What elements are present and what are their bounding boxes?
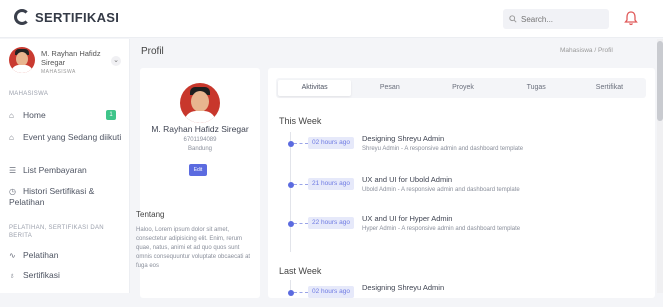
home-icon: ⌂ <box>9 111 14 120</box>
logo-icon <box>14 9 30 25</box>
timeline-time: 22 hours ago <box>308 217 354 229</box>
tab-pesan[interactable]: Pesan <box>353 78 426 98</box>
breadcrumb-separator: / <box>594 47 597 54</box>
about-text: Haloo, Lorem ipsum dolor sit amet, conse… <box>136 227 251 269</box>
home-icon: ⌂ <box>9 133 14 142</box>
timeline-item: 22 hours ago UX and UI for Hyper Admin H… <box>286 214 646 238</box>
profile-name: M. Rayhan Hafidz Siregar <box>151 124 249 134</box>
sidebar-item-label: Sertifikasi <box>23 270 60 280</box>
breadcrumb-current: Profil <box>597 47 613 54</box>
search-input[interactable] <box>521 14 601 24</box>
timeline-connector <box>294 143 308 144</box>
award-icon: ♁ <box>9 271 15 280</box>
scrollbar-thumb[interactable] <box>657 41 663 121</box>
tab-bar: Aktivitas Pesan Proyek Tugas Sertifikat <box>276 78 646 98</box>
tab-aktivitas[interactable]: Aktivitas <box>278 80 352 96</box>
timeline-title[interactable]: Designing Shreyu Admin <box>362 283 444 292</box>
profile-city: Bandung <box>187 146 213 152</box>
top-bar: SERTIFIKASI <box>0 0 663 38</box>
breadcrumb: Mahasiswa / Profil <box>560 47 613 54</box>
about-title: Tentang <box>136 210 165 219</box>
chevron-down-icon[interactable]: ⌄ <box>111 56 121 66</box>
home-badge: 1 <box>106 110 116 120</box>
edit-button[interactable]: Edit <box>189 164 207 176</box>
sidebar-item-history[interactable]: ◷ Histori Sertifikasi & Pelatihan <box>9 186 124 208</box>
section-label-main: MAHASISWA <box>9 91 49 97</box>
avatar <box>9 47 35 73</box>
timeline-item: 02 hours ago Designing Shreyu Admin <box>286 283 646 307</box>
timeline-dot <box>288 182 294 188</box>
search-box[interactable] <box>503 9 609 29</box>
sidebar-item-pelatihan[interactable]: ∿ Pelatihan <box>9 250 124 261</box>
timeline-item: 21 hours ago UX and UI for Ubold Admin U… <box>286 175 646 199</box>
page-title: Profil <box>141 46 164 57</box>
timeline-time: 21 hours ago <box>308 178 354 190</box>
sidebar: M. Rayhan Hafidz Siregar MAHASISWA ⌄ MAH… <box>0 39 130 293</box>
timeline-dot <box>288 290 294 296</box>
last-week-title: Last Week <box>279 266 322 276</box>
sidebar-item-sertifikasi[interactable]: ♁ Sertifikasi <box>9 270 124 281</box>
sidebar-item-label: Pelatihan <box>23 250 59 260</box>
timeline-item: 02 hours ago Designing Shreyu Admin Shre… <box>286 134 646 158</box>
sidebar-item-label: Home <box>23 110 46 120</box>
profile-avatar <box>180 83 220 123</box>
brand-logo[interactable]: SERTIFIKASI <box>14 9 119 25</box>
tab-sertifikat[interactable]: Sertifikat <box>573 78 646 98</box>
tab-proyek[interactable]: Proyek <box>426 78 499 98</box>
bell-icon[interactable] <box>624 10 638 26</box>
activity-icon: ∿ <box>9 251 16 260</box>
sidebar-item-label: Histori Sertifikasi & Pelatihan <box>9 186 95 207</box>
list-icon: ☰ <box>9 166 17 175</box>
timeline-connector <box>294 223 308 224</box>
sidebar-item-label: List Pembayaran <box>23 165 87 175</box>
timeline-subtitle: Hyper Admin - A responsive admin and das… <box>362 226 521 232</box>
timeline-subtitle: Ubold Admin - A responsive admin and das… <box>362 187 520 193</box>
tab-tugas[interactable]: Tugas <box>500 78 573 98</box>
user-role: MAHASISWA <box>41 69 76 75</box>
timeline-title[interactable]: UX and UI for Ubold Admin <box>362 175 452 184</box>
timeline-time: 02 hours ago <box>308 286 354 298</box>
timeline-dot <box>288 141 294 147</box>
section-label-secondary: PELATIHAN, SERTIFIKASI DAN BERITA <box>9 225 104 239</box>
timeline-time: 02 hours ago <box>308 137 354 149</box>
breadcrumb-parent[interactable]: Mahasiswa <box>560 47 593 54</box>
timeline-connector <box>294 184 308 185</box>
this-week-title: This Week <box>279 116 322 126</box>
timeline-dot <box>288 221 294 227</box>
history-icon: ◷ <box>9 187 16 196</box>
timeline-subtitle: Shreyu Admin - A responsive admin and da… <box>362 146 524 152</box>
search-icon <box>509 15 517 23</box>
sidebar-item-label: Event yang Sedang diikuti <box>23 132 122 142</box>
user-panel[interactable]: M. Rayhan Hafidz Siregar MAHASISWA ⌄ <box>9 47 127 77</box>
timeline-title[interactable]: UX and UI for Hyper Admin <box>362 214 452 223</box>
timeline-title[interactable]: Designing Shreyu Admin <box>362 134 444 143</box>
profile-id: 6701194089 <box>183 137 217 143</box>
sidebar-item-event[interactable]: ⌂ Event yang Sedang diikuti <box>9 132 124 143</box>
brand-name: SERTIFIKASI <box>35 9 120 25</box>
user-name: M. Rayhan Hafidz Siregar <box>41 49 101 67</box>
sidebar-item-payments[interactable]: ☰ List Pembayaran <box>9 165 124 176</box>
